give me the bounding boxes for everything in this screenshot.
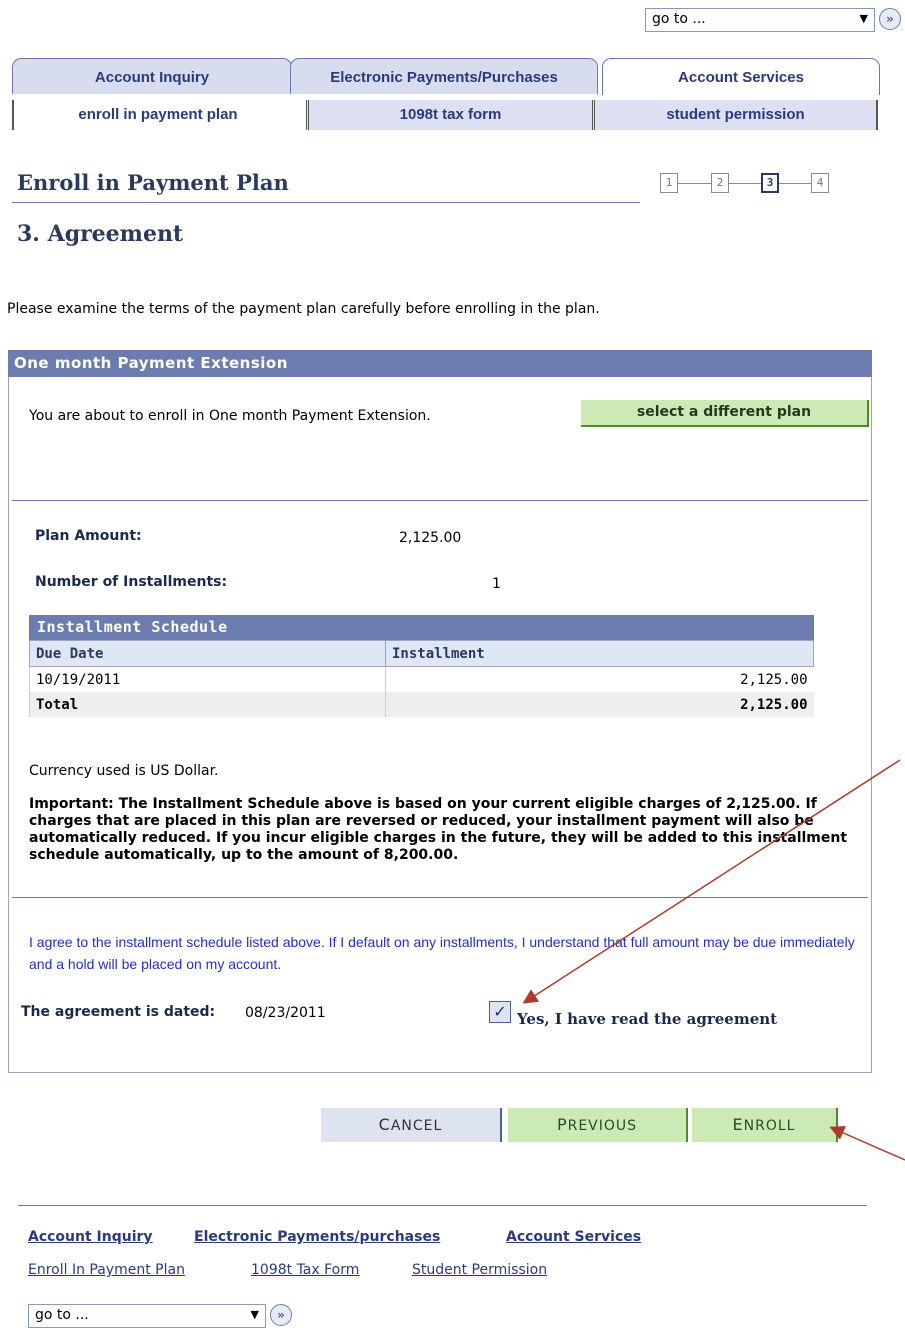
go-forward-icon[interactable]: »: [879, 8, 901, 30]
previous-label-initial: P: [556, 1115, 568, 1134]
annotation-arrow-enroll: [829, 1125, 905, 1161]
goto-select-label: go to ...: [35, 1307, 89, 1323]
row-due-date: 10/19/2011: [29, 666, 386, 692]
step-connector: [779, 183, 811, 184]
step-4: 4: [811, 173, 829, 193]
schedule-title: Installment Schedule: [29, 615, 814, 640]
table-total-row: Total 2,125.00: [29, 692, 814, 717]
previous-button[interactable]: PREVIOUS: [508, 1108, 688, 1142]
col-installment: Installment: [385, 640, 814, 667]
footer-link-student-permission[interactable]: Student Permission: [412, 1262, 547, 1278]
previous-label-rest: REVIOUS: [567, 1118, 638, 1134]
goto-select-bottom[interactable]: go to ... ▼: [28, 1304, 266, 1328]
enroll-plan-text: You are about to enroll in One month Pay…: [29, 408, 431, 424]
step-indicator: 1 2 3 4: [660, 173, 840, 197]
checkmark-icon: ✓: [493, 1002, 507, 1021]
footer-link-account-inquiry[interactable]: Account Inquiry: [28, 1229, 153, 1245]
subtab-label: student permission: [666, 106, 805, 123]
total-label: Total: [29, 692, 386, 717]
page-title: Enroll in Payment Plan: [17, 170, 289, 195]
plan-header: One month Payment Extension: [8, 350, 872, 377]
installments-value: 1: [492, 576, 501, 592]
subtab-label: 1098t tax form: [399, 106, 502, 123]
tab-label: Account Inquiry: [94, 69, 210, 86]
agreement-checkbox[interactable]: ✓: [489, 1001, 511, 1023]
installments-label: Number of Installments:: [35, 574, 228, 590]
row-installment: 2,125.00: [385, 666, 814, 692]
subtab-label: enroll in payment plan: [78, 106, 238, 123]
section-divider: [12, 897, 868, 898]
step-connector: [729, 183, 761, 184]
intro-text: Please examine the terms of the payment …: [7, 301, 600, 317]
chevron-down-icon: ▼: [859, 12, 868, 25]
important-note: Important: The Installment Schedule abov…: [29, 796, 848, 863]
cancel-button[interactable]: CANCEL: [321, 1108, 502, 1142]
footer-divider: [18, 1205, 867, 1206]
enroll-label-rest: NROLL: [743, 1118, 796, 1134]
tab-label: Electronic Payments/Purchases: [330, 69, 558, 86]
goto-select-top[interactable]: go to ... ▼: [645, 8, 875, 32]
cancel-label-rest: ANCEL: [390, 1118, 443, 1134]
go-forward-icon[interactable]: »: [270, 1304, 292, 1326]
currency-note: Currency used is US Dollar.: [29, 763, 219, 779]
subtab-enroll-payment-plan[interactable]: enroll in payment plan: [12, 100, 302, 130]
enroll-button[interactable]: ENROLL: [692, 1108, 838, 1142]
agreement-checkbox-label[interactable]: Yes, I have read the agreement: [517, 1010, 777, 1028]
title-divider: [12, 202, 640, 203]
total-amount: 2,125.00: [385, 692, 814, 717]
installment-schedule-table: Installment Schedule Due Date Installmen…: [29, 615, 814, 717]
tab-electronic-payments[interactable]: Electronic Payments/Purchases: [290, 58, 598, 94]
section-divider: [12, 500, 868, 501]
footer-link-account-services[interactable]: Account Services: [506, 1229, 641, 1245]
plan-amount-label: Plan Amount:: [35, 528, 142, 544]
step-connector: [678, 183, 711, 184]
step-title: 3. Agreement: [17, 221, 184, 247]
tab-account-inquiry[interactable]: Account Inquiry: [12, 58, 292, 94]
goto-select-label: go to ...: [652, 11, 706, 27]
footer-link-enroll-payment-plan[interactable]: Enroll In Payment Plan: [28, 1262, 185, 1278]
chevron-down-icon: ▼: [250, 1308, 259, 1321]
agreement-dated-value: 08/23/2011: [245, 1005, 326, 1021]
footer-link-electronic-payments[interactable]: Electronic Payments/purchases: [194, 1229, 440, 1245]
schedule-grid: Due Date Installment 10/19/2011 2,125.00…: [29, 640, 814, 717]
agreement-dated-label: The agreement is dated:: [21, 1004, 216, 1020]
select-different-plan-button[interactable]: select a different plan: [581, 400, 869, 427]
tab-account-services[interactable]: Account Services: [602, 58, 880, 95]
table-header-row: Due Date Installment: [29, 640, 814, 667]
cancel-label-initial: C: [378, 1115, 391, 1134]
step-1: 1: [660, 173, 678, 193]
subtab-1098t-tax-form[interactable]: 1098t tax form: [306, 100, 592, 130]
step-2: 2: [711, 173, 729, 193]
subtab-student-permission[interactable]: student permission: [592, 100, 878, 130]
plan-amount-value: 2,125.00: [399, 530, 462, 546]
enroll-label-initial: E: [732, 1115, 744, 1134]
tab-label: Account Services: [678, 69, 804, 86]
footer-link-1098t-tax-form[interactable]: 1098t Tax Form: [251, 1262, 359, 1278]
agreement-text: I agree to the installment schedule list…: [29, 934, 855, 972]
col-due-date: Due Date: [29, 640, 386, 667]
step-3-current: 3: [761, 173, 779, 193]
table-row: 10/19/2011 2,125.00: [29, 666, 814, 692]
